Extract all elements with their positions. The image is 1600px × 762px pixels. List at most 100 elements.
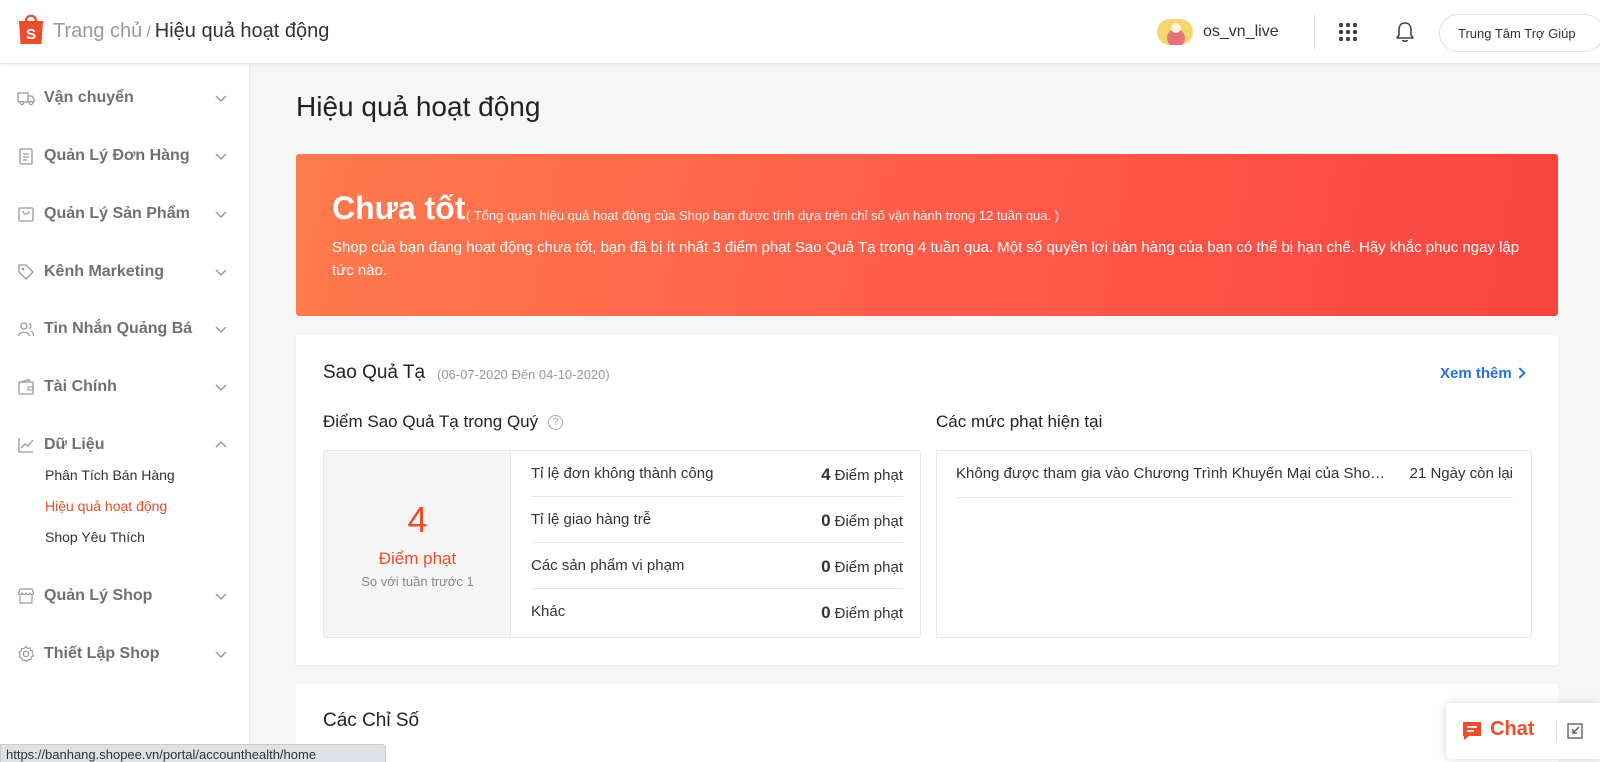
breadcrumb-separator: /	[146, 24, 151, 41]
sidebar-item-label: Quản Lý Sản Phẩm	[44, 205, 190, 222]
breakdown-label: Tỉ lệ giao hàng trễ	[531, 511, 652, 528]
shopee-logo-icon[interactable]: S	[16, 12, 46, 46]
breakdown-number: 4	[821, 465, 831, 484]
breakdown-unit: Điểm phạt	[834, 559, 903, 576]
help-circle-icon[interactable]: ?	[548, 415, 564, 430]
divider	[1556, 721, 1557, 741]
apps-grid-icon[interactable]	[1338, 22, 1358, 42]
top-bar: S Trang chủ / Hiệu quả hoạt động os_vn_liv…	[0, 0, 1600, 64]
penalty-card: Sao Quả Tạ (06-07-2020 Đến 04-10-2020) X…	[296, 335, 1558, 665]
breakdown-row: Khác 0 Điểm phạt	[531, 589, 903, 635]
breadcrumb-home[interactable]: Trang chủ	[53, 20, 142, 42]
status-description: Shop của bạn đang hoạt động chưa tốt, bạ…	[332, 239, 1520, 279]
chevron-down-icon	[215, 384, 227, 392]
sidebar-item-label: Thiết Lập Shop	[44, 645, 160, 662]
points-summary: 4 Điểm phạt So với tuần trước 1	[324, 451, 511, 637]
breakdown-label: Các sản phẩm vi phạm	[531, 557, 685, 574]
chevron-down-icon	[215, 269, 227, 277]
breakdown-label: Khác	[531, 603, 566, 620]
sidebar-subitem-performance[interactable]: Hiệu quả hoạt động	[45, 498, 167, 514]
points-box: 4 Điểm phạt So với tuần trước 1 Tỉ lệ đơ…	[323, 450, 921, 638]
sidebar-subitem-sales-analysis[interactable]: Phân Tích Bán Hàng	[45, 467, 175, 483]
breakdown-unit: Điểm phạt	[834, 605, 903, 622]
users-icon	[17, 322, 35, 337]
chevron-up-icon	[215, 440, 227, 448]
chat-bubble-icon	[1463, 722, 1481, 740]
svg-text:S: S	[26, 26, 36, 43]
points-title-text: Điểm Sao Quả Tạ trong Quý	[323, 412, 539, 431]
points-comparison: So với tuần trước 1	[361, 574, 474, 589]
chevron-down-icon	[215, 326, 227, 334]
truck-icon	[17, 92, 35, 106]
sidebar-item-label: Quản Lý Đơn Hàng	[44, 147, 190, 164]
chat-label: Chat	[1490, 718, 1535, 740]
breadcrumb: Trang chủ / Hiệu quả hoạt động	[53, 20, 329, 43]
sidebar-item-label: Kênh Marketing	[44, 263, 165, 280]
status-note: ( Tổng quan hiệu quả hoạt động của Shop …	[466, 208, 1060, 223]
breakdown-row: Các sản phẩm vi phạm 0 Điểm phạt	[531, 543, 903, 589]
breakdown-number: 0	[821, 603, 831, 622]
sidebar-item-label: Quản Lý Shop	[44, 587, 153, 604]
minimize-icon[interactable]	[1566, 722, 1584, 740]
chevron-down-icon	[215, 153, 227, 161]
points-section-title: Điểm Sao Quả Tạ trong Quý?	[323, 412, 564, 432]
help-center-button[interactable]: Trung Tâm Trợ Giúp	[1439, 14, 1600, 52]
breakdown-value: 4 Điểm phạt	[821, 465, 903, 485]
breakdown-value: 0 Điểm phạt	[821, 557, 903, 577]
breakdown-value: 0 Điểm phạt	[821, 511, 903, 531]
user-menu[interactable]: os_vn_live	[1157, 18, 1279, 46]
metrics-card: Các Chỉ Số	[296, 684, 1558, 762]
penalty-row: Không được tham gia vào Chương Trình Khu…	[956, 451, 1513, 498]
sidebar-item-orders[interactable]: Quản Lý Đơn Hàng	[0, 141, 250, 171]
total-points: 4	[407, 499, 428, 540]
gear-icon	[18, 645, 35, 663]
wallet-icon	[18, 378, 34, 395]
status-banner: Chưa tốt ( Tổng quan hiệu quả hoạt động …	[296, 154, 1558, 316]
sidebar-item-label: Vận chuyển	[44, 89, 134, 106]
bell-icon[interactable]	[1395, 21, 1415, 43]
chevron-down-icon	[215, 211, 227, 219]
sidebar: Vận chuyển Quản Lý Đơn Hàng Quản Lý Sản …	[0, 64, 250, 762]
page-title: Hiệu quả hoạt động	[296, 91, 541, 122]
chevron-down-icon	[215, 95, 227, 103]
chart-line-icon	[18, 438, 34, 453]
sidebar-item-data[interactable]: Dữ Liệu	[0, 430, 250, 460]
bag-icon	[18, 207, 34, 222]
sidebar-item-finance[interactable]: Tài Chính	[0, 372, 250, 402]
status-label: Chưa tốt	[332, 190, 466, 226]
breakdown-unit: Điểm phạt	[834, 467, 903, 484]
divider	[1314, 14, 1315, 50]
see-more-link[interactable]: Xem thêm	[1440, 365, 1526, 382]
chevron-right-icon	[1514, 367, 1526, 379]
username[interactable]: os_vn_live	[1203, 23, 1279, 41]
breakdown-row: Tỉ lệ giao hàng trễ 0 Điểm phạt	[531, 497, 903, 543]
clipboard-icon	[19, 148, 33, 165]
breakdown-row: Tỉ lệ đơn không thành công 4 Điểm phạt	[531, 451, 903, 497]
sidebar-item-shipping[interactable]: Vận chuyển	[0, 83, 250, 113]
sidebar-subitem-favorite-shop[interactable]: Shop Yêu Thích	[45, 529, 145, 545]
breakdown-unit: Điểm phạt	[834, 513, 903, 530]
sidebar-item-products[interactable]: Quản Lý Sản Phẩm	[0, 199, 250, 229]
current-penalties-title: Các mức phạt hiện tại	[936, 412, 1103, 431]
sidebar-item-shop-settings[interactable]: Thiết Lập Shop	[0, 639, 250, 669]
sidebar-item-label: Dữ Liệu	[44, 436, 105, 453]
chat-button[interactable]: Chat	[1446, 703, 1600, 759]
card-title: Sao Quả Tạ	[323, 362, 426, 383]
breakdown-number: 0	[821, 557, 831, 576]
sidebar-item-shop-management[interactable]: Quản Lý Shop	[0, 581, 250, 611]
breakdown-value: 0 Điểm phạt	[821, 603, 903, 623]
chevron-down-icon	[215, 593, 227, 601]
chevron-down-icon	[215, 651, 227, 659]
penalty-days-left: 21 Ngày còn lại	[1409, 465, 1513, 482]
status-url: https://banhang.shopee.vn/portal/account…	[0, 744, 386, 762]
sidebar-item-marketing[interactable]: Kênh Marketing	[0, 257, 250, 287]
total-points-unit: Điểm phạt	[378, 549, 457, 568]
sidebar-item-label: Tài Chính	[44, 378, 117, 395]
avatar[interactable]	[1157, 19, 1193, 45]
sidebar-item-label: Tin Nhắn Quảng Bá	[44, 320, 193, 337]
tag-icon	[18, 264, 34, 280]
breakdown-label: Tỉ lệ đơn không thành công	[531, 465, 714, 482]
sidebar-item-broadcast[interactable]: Tin Nhắn Quảng Bá	[0, 314, 250, 344]
breakdown-number: 0	[821, 511, 831, 530]
see-more-label: Xem thêm	[1440, 365, 1512, 382]
